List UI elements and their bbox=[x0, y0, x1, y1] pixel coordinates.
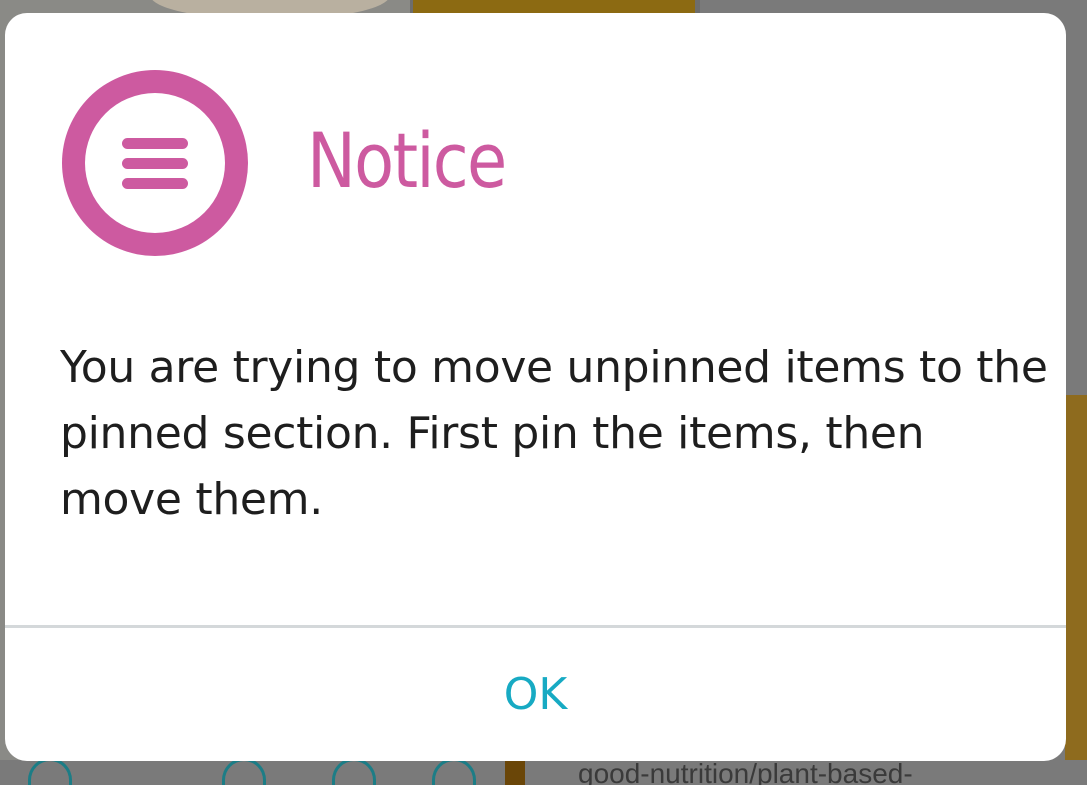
dialog-title: Notice bbox=[307, 116, 507, 205]
menu-bar bbox=[122, 177, 188, 189]
ok-button[interactable]: OK bbox=[5, 628, 1066, 761]
background-url-text: good-nutrition/plant-based- bbox=[578, 758, 913, 785]
background-toolbar bbox=[0, 760, 1087, 785]
dialog-message: You are trying to move unpinned items to… bbox=[60, 342, 1048, 525]
menu-bar bbox=[122, 137, 188, 149]
notice-dialog: Notice You are trying to move unpinned i… bbox=[5, 13, 1066, 761]
menu-bar bbox=[122, 157, 188, 169]
menu-icon bbox=[62, 70, 248, 256]
background-tile bbox=[1065, 395, 1087, 785]
menu-icon-inner bbox=[85, 93, 225, 233]
